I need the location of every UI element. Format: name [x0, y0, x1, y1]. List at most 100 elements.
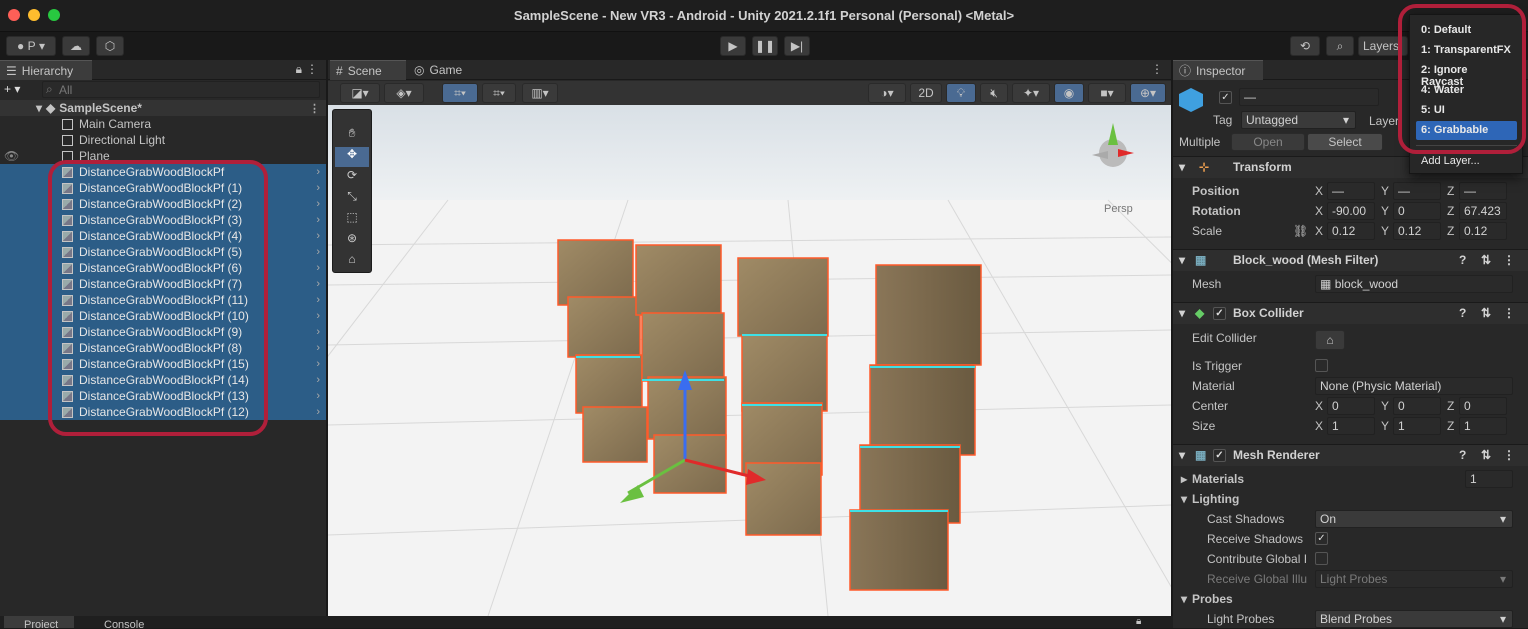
rotation-z-field[interactable]: 67.423: [1459, 202, 1507, 220]
audio-icon[interactable]: 🔇︎: [980, 83, 1008, 103]
size-y-field[interactable]: 1: [1393, 417, 1441, 435]
hierarchy-item[interactable]: DistanceGrabWoodBlockPf ›: [0, 164, 326, 180]
hand-tool-icon[interactable]: ✋︎: [335, 126, 369, 146]
move-tool-icon[interactable]: ✥: [335, 147, 369, 167]
collab-icon[interactable]: ⬡: [96, 36, 124, 56]
edit-collider-icon[interactable]: ⌂: [1315, 330, 1345, 350]
hierarchy-item[interactable]: DistanceGrabWoodBlockPf (9) ›: [0, 324, 326, 340]
hierarchy-item[interactable]: DistanceGrabWoodBlockPf (14) ›: [0, 372, 326, 388]
effects-icon[interactable]: ✦▾: [1012, 83, 1050, 103]
position-x-field[interactable]: —: [1327, 182, 1375, 200]
mesh-field[interactable]: ▦ block_wood: [1315, 275, 1513, 293]
help-icon[interactable]: ?: [1459, 253, 1466, 267]
lighting-icon[interactable]: 💡︎: [946, 83, 976, 103]
scale-x-field[interactable]: 0.12: [1327, 222, 1375, 240]
rotation-y-field[interactable]: 0: [1393, 202, 1441, 220]
chevron-right-icon[interactable]: ›: [316, 198, 320, 210]
increment-snap-icon[interactable]: ⌗▾: [482, 83, 516, 103]
receive-shadows-checkbox[interactable]: ✓: [1315, 532, 1328, 545]
constrain-proportions-icon[interactable]: ⛓: [1293, 224, 1308, 238]
shading-icon[interactable]: ◑▾: [868, 83, 906, 103]
materials-row[interactable]: ▸ Materials 1: [1173, 469, 1528, 489]
scale-z-field[interactable]: 0.12: [1459, 222, 1507, 240]
help-icon[interactable]: ?: [1459, 448, 1466, 462]
hierarchy-item[interactable]: 👁︎ Plane: [0, 148, 326, 164]
chevron-right-icon[interactable]: ›: [316, 294, 320, 306]
cast-shadows-dropdown[interactable]: On ▾: [1315, 510, 1513, 528]
camera-icon[interactable]: ■▾: [1088, 83, 1126, 103]
layer-menu-item[interactable]: 2: Ignore Raycast: [1416, 61, 1517, 88]
lighting-row[interactable]: ▾ Lighting: [1173, 489, 1528, 509]
hierarchy-item[interactable]: DistanceGrabWoodBlockPf (3) ›: [0, 212, 326, 228]
chevron-right-icon[interactable]: ›: [316, 342, 320, 354]
ruler-icon[interactable]: ▥▾: [522, 83, 558, 103]
chevron-right-icon[interactable]: ›: [316, 182, 320, 194]
create-button[interactable]: + ▾: [4, 82, 30, 98]
hierarchy-item[interactable]: DistanceGrabWoodBlockPf (12) ›: [0, 404, 326, 420]
chevron-right-icon[interactable]: ›: [316, 310, 320, 322]
center-y-field[interactable]: 0: [1393, 397, 1441, 415]
scene-render[interactable]: Persp: [328, 105, 1171, 616]
hierarchy-item[interactable]: DistanceGrabWoodBlockPf (1) ›: [0, 180, 326, 196]
play-button[interactable]: ▶: [720, 36, 746, 56]
scene-row[interactable]: ▾ ◆ SampleScene* ⋮: [0, 100, 326, 116]
mesh-renderer-enabled-checkbox[interactable]: ✓: [1213, 449, 1226, 462]
preset-icon[interactable]: ⇅: [1481, 253, 1491, 267]
size-z-field[interactable]: 1: [1459, 417, 1507, 435]
lock-icon[interactable]: 🔒︎: [1136, 616, 1141, 627]
account-button[interactable]: ● P ▾: [6, 36, 56, 56]
chevron-right-icon[interactable]: ›: [316, 230, 320, 242]
more-menu-icon[interactable]: ⋮: [1503, 448, 1515, 462]
position-z-field[interactable]: —: [1459, 182, 1507, 200]
pause-button[interactable]: ❚❚: [752, 36, 778, 56]
is-trigger-checkbox[interactable]: [1315, 359, 1328, 372]
more-menu-icon[interactable]: ⋮: [306, 62, 318, 76]
open-button[interactable]: Open: [1231, 133, 1305, 151]
hierarchy-item[interactable]: DistanceGrabWoodBlockPf (13) ›: [0, 388, 326, 404]
materials-count-field[interactable]: 1: [1465, 470, 1513, 488]
cloud-icon[interactable]: ☁: [62, 36, 90, 56]
physic-material-field[interactable]: None (Physic Material): [1315, 377, 1513, 395]
mesh-renderer-component-header[interactable]: ▾ ▦ ✓ Mesh Renderer ? ⇅ ⋮: [1173, 444, 1528, 466]
more-menu-icon[interactable]: ⋮: [1503, 253, 1515, 267]
layer-menu-item[interactable]: 5: UI: [1416, 101, 1517, 120]
chevron-right-icon[interactable]: ›: [316, 246, 320, 258]
step-button[interactable]: ▶|: [784, 36, 810, 56]
hierarchy-item[interactable]: DistanceGrabWoodBlockPf (11) ›: [0, 292, 326, 308]
rect-tool-icon[interactable]: ⬚: [335, 210, 369, 230]
hierarchy-item[interactable]: DistanceGrabWoodBlockPf (15) ›: [0, 356, 326, 372]
hierarchy-item[interactable]: DistanceGrabWoodBlockPf (6) ›: [0, 260, 326, 276]
rotation-x-field[interactable]: -90.00: [1327, 202, 1375, 220]
active-checkbox[interactable]: ✓: [1219, 91, 1232, 104]
block-stack-3[interactable]: [737, 257, 829, 536]
tab-inspector[interactable]: ⓘ Inspector: [1173, 60, 1263, 80]
hierarchy-item[interactable]: Main Camera: [0, 116, 326, 132]
draw-mode-icon[interactable]: ◪▾: [340, 83, 380, 103]
chevron-right-icon[interactable]: ›: [316, 262, 320, 274]
persp-label[interactable]: Persp: [1104, 203, 1133, 215]
light-probes-dropdown[interactable]: Blend Probes ▾: [1315, 610, 1513, 628]
search-icon[interactable]: ⌕: [1326, 36, 1354, 56]
scale-y-field[interactable]: 0.12: [1393, 222, 1441, 240]
visibility-icon[interactable]: ◉: [1054, 83, 1084, 103]
chevron-right-icon[interactable]: ›: [316, 166, 320, 178]
chevron-right-icon[interactable]: ›: [316, 390, 320, 402]
tab-game[interactable]: ◎ Game: [408, 60, 472, 80]
chevron-right-icon[interactable]: ›: [316, 278, 320, 290]
select-button[interactable]: Select: [1307, 133, 1383, 151]
box-collider-component-header[interactable]: ▾ ◆ ✓ Box Collider ? ⇅ ⋮: [1173, 302, 1528, 324]
hierarchy-item[interactable]: DistanceGrabWoodBlockPf (10) ›: [0, 308, 326, 324]
layers-dropdown[interactable]: Layers: [1358, 36, 1408, 56]
help-icon[interactable]: ?: [1459, 306, 1466, 320]
box-collider-enabled-checkbox[interactable]: ✓: [1213, 307, 1226, 320]
center-z-field[interactable]: 0: [1459, 397, 1507, 415]
gizmos-icon[interactable]: ⊕▾: [1130, 83, 1166, 103]
hierarchy-search-input[interactable]: ⌕ All: [42, 81, 320, 98]
tab-console[interactable]: Console: [86, 616, 156, 628]
toggle-2d-button[interactable]: 2D: [910, 83, 942, 103]
tag-dropdown[interactable]: Untagged ▾: [1241, 111, 1356, 129]
more-menu-icon[interactable]: ⋮: [1151, 62, 1163, 76]
position-y-field[interactable]: —: [1393, 182, 1441, 200]
layer-menu-item[interactable]: 4: Water: [1416, 81, 1517, 100]
chevron-right-icon[interactable]: ›: [316, 358, 320, 370]
